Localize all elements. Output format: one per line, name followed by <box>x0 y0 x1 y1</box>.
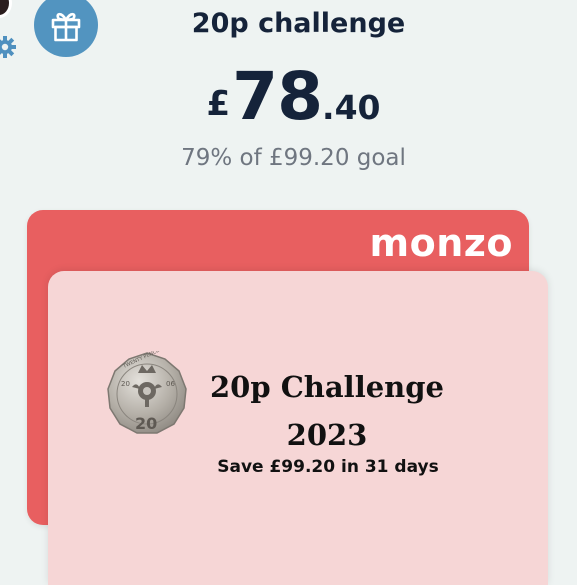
coin-year-left: 20 <box>121 380 130 388</box>
challenge-title-line1: 20p Challenge <box>210 370 444 404</box>
challenge-card[interactable]: 20 06 20 TWENTY PENCE 20p Challenge 2023… <box>48 271 548 585</box>
goal-progress-text: 79% of £99.20 goal <box>181 145 406 171</box>
balance-minor: .40 <box>322 88 381 127</box>
balance-major: 78 <box>232 58 323 135</box>
challenge-title-line2: 2023 <box>286 418 368 452</box>
coin-value: 20 <box>135 414 157 433</box>
challenge-title: 20p Challenge 2023 <box>198 363 456 459</box>
gear-icon[interactable] <box>0 36 16 58</box>
balance-amount: £78.40 <box>0 62 577 132</box>
balance-currency: £ <box>206 84 231 124</box>
monzo-logo: monzo <box>369 221 513 265</box>
twenty-pence-coin-image: 20 06 20 TWENTY PENCE <box>107 351 187 434</box>
challenge-subtitle: Save £99.20 in 31 days <box>217 457 439 477</box>
page-title: 20p challenge <box>191 8 406 39</box>
coin-year-right: 06 <box>166 380 175 388</box>
